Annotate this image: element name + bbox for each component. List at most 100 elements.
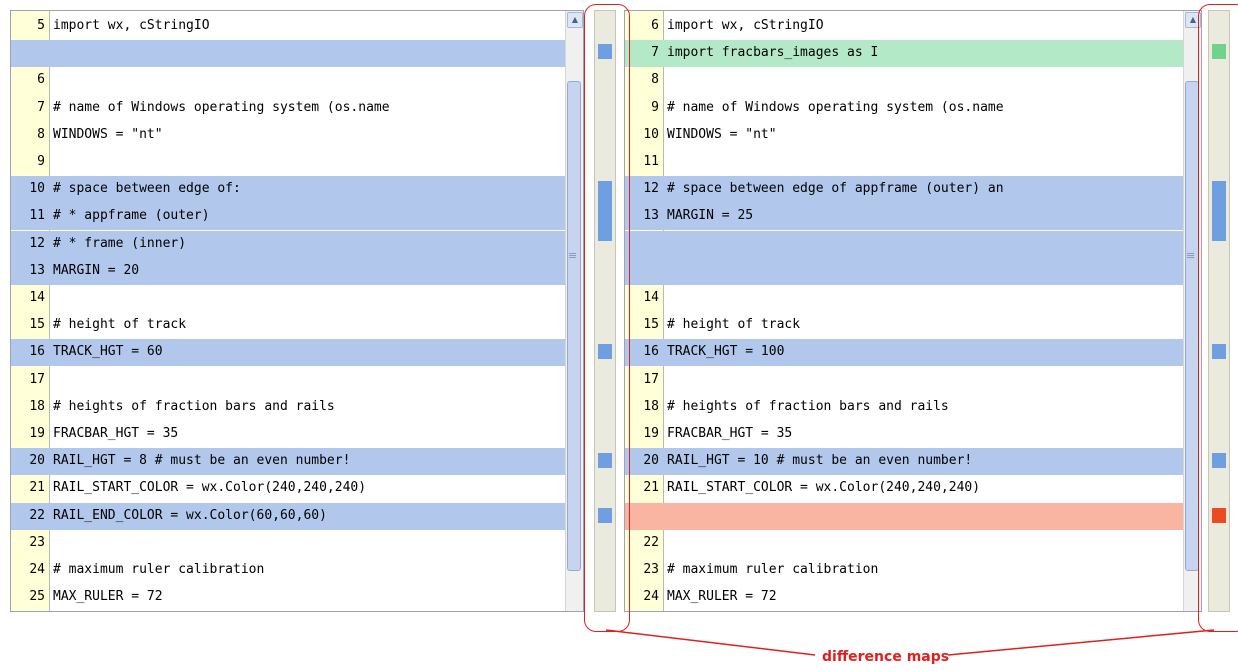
- diff-line-changed[interactable]: 12 # * frame (inner): [11, 230, 565, 258]
- code-text: WINDOWS = "nt": [667, 126, 777, 142]
- code-text: # heights of fraction bars and rails: [53, 398, 335, 414]
- diff-line-changed[interactable]: 20 RAIL_HGT = 10 # must be an even number…: [625, 448, 1183, 476]
- line-number: 6: [651, 18, 659, 33]
- line-number: 20: [29, 453, 45, 469]
- difference-marker-changed[interactable]: [598, 507, 612, 523]
- diff-line-changed[interactable]: [625, 257, 1183, 285]
- left-difference-map[interactable]: [594, 10, 616, 612]
- code-text: # heights of fraction bars and rails: [667, 398, 949, 414]
- difference-marker-changed[interactable]: [1212, 453, 1226, 469]
- diff-line-same[interactable]: 15 # height of track: [625, 312, 1183, 339]
- right-scrollbar-thumb[interactable]: [1185, 81, 1199, 571]
- diff-line-changed[interactable]: 22 RAIL_END_COLOR = wx.Color(60,60,60): [11, 502, 565, 530]
- diff-line-changed[interactable]: 12 # space between edge of appframe (oute…: [625, 176, 1183, 204]
- diff-line-changed[interactable]: 10 # space between edge of:: [11, 176, 565, 204]
- code-text: MARGIN = 25: [667, 208, 754, 224]
- code-text: TRACK_HGT = 60: [53, 344, 163, 360]
- scrollbar-grip-icon: [569, 253, 576, 254]
- code-text: MARGIN = 20: [53, 262, 140, 278]
- diff-line-same[interactable]: 18 # heights of fraction bars and rails: [625, 394, 1183, 421]
- diff-line-same[interactable]: 6 import wx, cStringIO: [625, 13, 1183, 40]
- diff-line-same[interactable]: 24 MAX_RULER = 72: [625, 584, 1183, 611]
- line-number: 16: [29, 344, 45, 360]
- code-text: # space between edge of:: [53, 181, 241, 197]
- diff-line-same[interactable]: 15 # height of track: [11, 312, 565, 339]
- diff-line-same[interactable]: 14: [11, 285, 565, 312]
- diff-line-same[interactable]: 8: [625, 67, 1183, 94]
- diff-line-same[interactable]: 19 FRACBAR_HGT = 35: [11, 421, 565, 448]
- left-diff-pane[interactable]: 5 import wx, cStringIO 6 7 # name of Windows…: [10, 10, 584, 612]
- line-number: 19: [29, 426, 45, 441]
- difference-marker-changed[interactable]: [1212, 180, 1226, 241]
- line-number: 12: [643, 181, 659, 197]
- diff-line-same[interactable]: 25 MAX_RULER = 72: [11, 584, 565, 611]
- difference-marker-changed[interactable]: [598, 180, 612, 241]
- code-text: RAIL_END_COLOR = wx.Color(60,60,60): [53, 507, 327, 523]
- diff-line-changed[interactable]: 16 TRACK_HGT = 60: [11, 339, 565, 367]
- code-text: import fracbars_images as I: [667, 45, 879, 61]
- difference-marker-changed[interactable]: [1212, 344, 1226, 360]
- diff-line-changed[interactable]: 13 MARGIN = 20: [11, 257, 565, 285]
- scroll-up-icon[interactable]: ▲: [567, 12, 583, 28]
- diff-line-same[interactable]: 23: [11, 530, 565, 557]
- line-number: 11: [643, 154, 659, 169]
- diff-line-changed[interactable]: 13 MARGIN = 25: [625, 203, 1183, 231]
- difference-marker-changed[interactable]: [598, 344, 612, 360]
- diff-line-same[interactable]: 23 # maximum ruler calibration: [625, 557, 1183, 584]
- diff-line-changed[interactable]: [625, 230, 1183, 258]
- line-number: 18: [29, 398, 45, 414]
- diff-line-removed[interactable]: [625, 502, 1183, 530]
- diff-line-changed[interactable]: 20 RAIL_HGT = 8 # must be an even number!: [11, 448, 565, 476]
- diff-line-same[interactable]: 21 RAIL_START_COLOR = wx.Color(240,240,24…: [11, 475, 565, 502]
- difference-marker-removed[interactable]: [1212, 507, 1226, 523]
- diff-line-same[interactable]: 7 # name of Windows operating system (os.…: [11, 95, 565, 122]
- line-number: 21: [29, 480, 45, 496]
- diff-line-same[interactable]: 8 WINDOWS = "nt": [11, 122, 565, 149]
- line-number: 22: [29, 507, 45, 523]
- code-text: import wx, cStringIO: [53, 18, 210, 33]
- diff-line-added[interactable]: 7 import fracbars_images as I: [625, 40, 1183, 68]
- line-number: 15: [29, 317, 45, 333]
- code-text: # maximum ruler calibration: [53, 562, 265, 577]
- right-difference-map[interactable]: [1208, 10, 1230, 612]
- diff-line-same[interactable]: 6: [11, 67, 565, 94]
- difference-maps-label: difference maps: [822, 649, 950, 665]
- diff-line-same[interactable]: 9 # name of Windows operating system (os.…: [625, 95, 1183, 122]
- line-number: 13: [643, 208, 659, 224]
- left-vertical-scrollbar[interactable]: ▲: [565, 11, 583, 611]
- line-number: 20: [643, 453, 659, 469]
- diff-line-same[interactable]: 11: [625, 149, 1183, 176]
- diff-line-same[interactable]: 17: [625, 367, 1183, 394]
- code-text: TRACK_HGT = 100: [667, 344, 785, 360]
- code-text: # height of track: [53, 317, 187, 333]
- line-number: 18: [643, 398, 659, 414]
- diff-line-same[interactable]: 19 FRACBAR_HGT = 35: [625, 421, 1183, 448]
- scrollbar-grip-icon: [1187, 253, 1194, 254]
- line-number: 23: [643, 562, 659, 577]
- diff-line-same[interactable]: 5 import wx, cStringIO: [11, 13, 565, 40]
- difference-marker-added[interactable]: [1212, 44, 1226, 60]
- right-vertical-scrollbar[interactable]: ▲: [1183, 11, 1201, 611]
- diff-line-changed[interactable]: 16 TRACK_HGT = 100: [625, 339, 1183, 367]
- diff-line-same[interactable]: 10 WINDOWS = "nt": [625, 122, 1183, 149]
- left-scrollbar-thumb[interactable]: [567, 81, 581, 571]
- scroll-up-icon[interactable]: ▲: [1185, 12, 1201, 28]
- diff-line-same[interactable]: 14: [625, 285, 1183, 312]
- line-number: 9: [651, 99, 659, 115]
- diff-line-changed[interactable]: [11, 40, 565, 68]
- diff-line-same[interactable]: 21 RAIL_START_COLOR = wx.Color(240,240,24…: [625, 475, 1183, 502]
- diff-line-same[interactable]: 24 # maximum ruler calibration: [11, 557, 565, 584]
- diff-line-same[interactable]: 9: [11, 149, 565, 176]
- diff-line-changed[interactable]: 11 # * appframe (outer): [11, 203, 565, 231]
- line-number: 10: [643, 126, 659, 142]
- line-number: 17: [29, 371, 45, 387]
- line-number: 16: [643, 344, 659, 360]
- right-diff-pane[interactable]: 6 import wx, cStringIO 7 import fracbars_im…: [624, 10, 1202, 612]
- code-text: # * frame (inner): [53, 235, 187, 251]
- difference-marker-changed[interactable]: [598, 453, 612, 469]
- diff-line-same[interactable]: 18 # heights of fraction bars and rails: [11, 394, 565, 421]
- difference-marker-changed[interactable]: [598, 44, 612, 60]
- line-number: 21: [643, 480, 659, 496]
- diff-line-same[interactable]: 17: [11, 367, 565, 394]
- diff-line-same[interactable]: 22: [625, 530, 1183, 557]
